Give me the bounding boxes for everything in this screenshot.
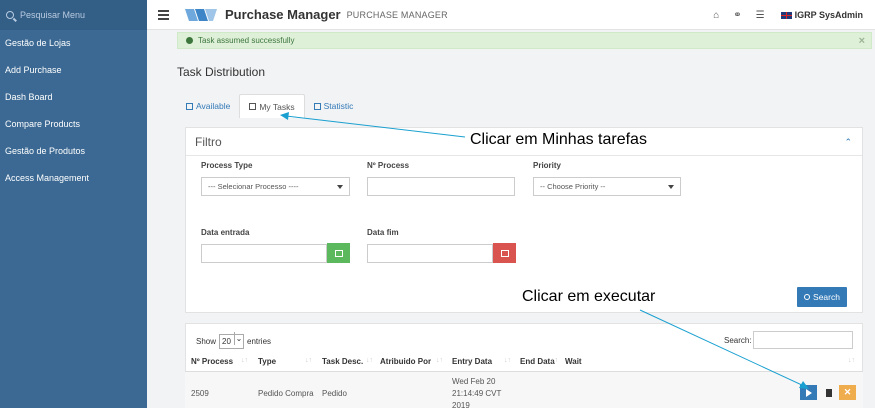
arrowhead-execute [799, 381, 809, 389]
arrowhead-my-tasks [280, 112, 289, 120]
annotation-arrows [280, 112, 809, 389]
annotation-my-tasks: Clicar em Minhas tarefas [470, 131, 647, 148]
arrow-my-tasks [285, 115, 466, 138]
annotation-execute: Clicar em executar [522, 288, 656, 305]
arrow-execute [639, 309, 805, 387]
